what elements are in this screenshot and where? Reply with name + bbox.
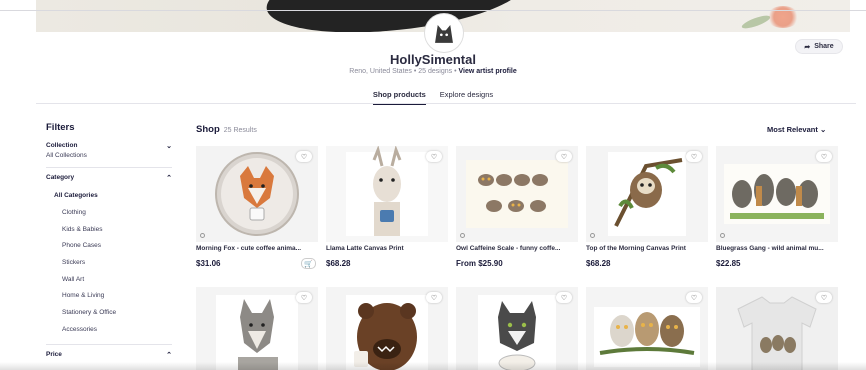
product-price: From $25.90 (456, 259, 503, 268)
product-title[interactable]: Top of the Morning Canvas Print (586, 245, 708, 252)
filter-category-label: Category (46, 174, 75, 181)
color-swatch[interactable] (460, 233, 465, 238)
category-stickers[interactable]: Stickers (62, 259, 85, 266)
heart-icon[interactable]: ♡ (556, 151, 572, 162)
category-wall-art[interactable]: Wall Art (62, 276, 84, 283)
filter-collection[interactable]: Collection ⌄ All Collections (46, 142, 172, 159)
product-image[interactable]: ♡ (456, 146, 578, 242)
chevron-down-icon: ⌄ (166, 143, 172, 150)
filters-sidebar: Filters Collection ⌄ All Collections Cat… (46, 122, 172, 359)
product-title[interactable]: Morning Fox - cute coffee anima... (196, 245, 318, 252)
product-image[interactable]: ♡ (586, 287, 708, 370)
heart-icon[interactable]: ♡ (296, 292, 312, 303)
heart-icon[interactable]: ♡ (426, 292, 442, 303)
heart-icon[interactable]: ♡ (686, 151, 702, 162)
product-price: $22.85 (716, 259, 741, 268)
filter-collection-value: All Collections (46, 152, 87, 159)
product-title[interactable]: Owl Caffeine Scale - funny coffe... (456, 245, 578, 252)
artist-meta: Reno, United States • 25 designs • View … (0, 68, 866, 75)
product-image[interactable]: ♡ (196, 146, 318, 242)
category-clothing[interactable]: Clothing (62, 209, 86, 216)
shop-title: Shop (196, 124, 220, 135)
add-to-cart-icon[interactable]: 🛒 (301, 258, 316, 269)
header-divider (0, 10, 866, 11)
share-label: Share (814, 43, 834, 50)
product-title[interactable]: Bluegrass Gang - wild animal mu... (716, 245, 838, 252)
banner-bird-art (263, 0, 529, 32)
category-accessories[interactable]: Accessories (62, 326, 97, 333)
sort-dropdown[interactable]: Most Relevant ⌄ (767, 125, 826, 134)
filters-title: Filters (46, 122, 75, 133)
filter-price-label: Price (46, 351, 62, 358)
category-home-living[interactable]: Home & Living (62, 292, 104, 299)
heart-icon[interactable]: ♡ (816, 292, 832, 303)
product-price: $31.06 (196, 259, 221, 268)
share-button[interactable]: ➦ Share (795, 39, 843, 54)
artist-design-count: 25 designs (418, 68, 453, 75)
category-stationery-office[interactable]: Stationery & Office (62, 309, 116, 316)
shop-heading: Shop 25 Results (196, 124, 257, 135)
artist-location: Reno, United States (349, 68, 412, 75)
product-image[interactable]: ♡ (456, 287, 578, 370)
product-price: $68.28 (586, 259, 611, 268)
artist-name: HollySimental (390, 52, 476, 67)
scroll-fade (0, 362, 866, 370)
share-icon: ➦ (804, 43, 811, 51)
filter-collection-label: Collection (46, 142, 78, 149)
chevron-up-icon: ⌃ (166, 175, 172, 182)
chevron-down-icon: ⌄ (819, 125, 827, 134)
heart-icon[interactable]: ♡ (816, 151, 832, 162)
color-swatch[interactable] (200, 233, 205, 238)
product-price: $68.28 (326, 259, 351, 268)
product-title[interactable]: Llama Latte Canvas Print (326, 245, 448, 252)
category-kids-babies[interactable]: Kids & Babies (62, 226, 102, 233)
product-image[interactable]: ♡ (196, 287, 318, 370)
filter-divider (46, 344, 172, 345)
tabs-divider (36, 103, 856, 104)
color-swatch[interactable] (720, 233, 725, 238)
heart-icon[interactable]: ♡ (426, 151, 442, 162)
color-swatch[interactable] (590, 233, 595, 238)
product-image[interactable]: ♡ (586, 146, 708, 242)
view-artist-profile-link[interactable]: View artist profile (459, 68, 517, 75)
product-image[interactable]: ♡ (716, 287, 838, 370)
filter-divider (46, 167, 172, 168)
avatar[interactable] (425, 14, 463, 52)
sort-label: Most Relevant (767, 125, 818, 134)
product-image[interactable]: ♡ (326, 146, 448, 242)
filter-category[interactable]: Category ⌃ (46, 174, 172, 182)
product-image[interactable]: ♡ (716, 146, 838, 242)
filter-price[interactable]: Price ⌃ (46, 351, 172, 359)
heart-icon[interactable]: ♡ (296, 151, 312, 162)
heart-icon[interactable]: ♡ (686, 292, 702, 303)
product-image[interactable]: ♡ (326, 287, 448, 370)
category-all[interactable]: All Categories (54, 192, 98, 199)
category-phone-cases[interactable]: Phone Cases (62, 242, 101, 249)
heart-icon[interactable]: ♡ (556, 292, 572, 303)
results-count: 25 Results (223, 127, 257, 134)
chevron-up-icon: ⌃ (166, 352, 172, 359)
